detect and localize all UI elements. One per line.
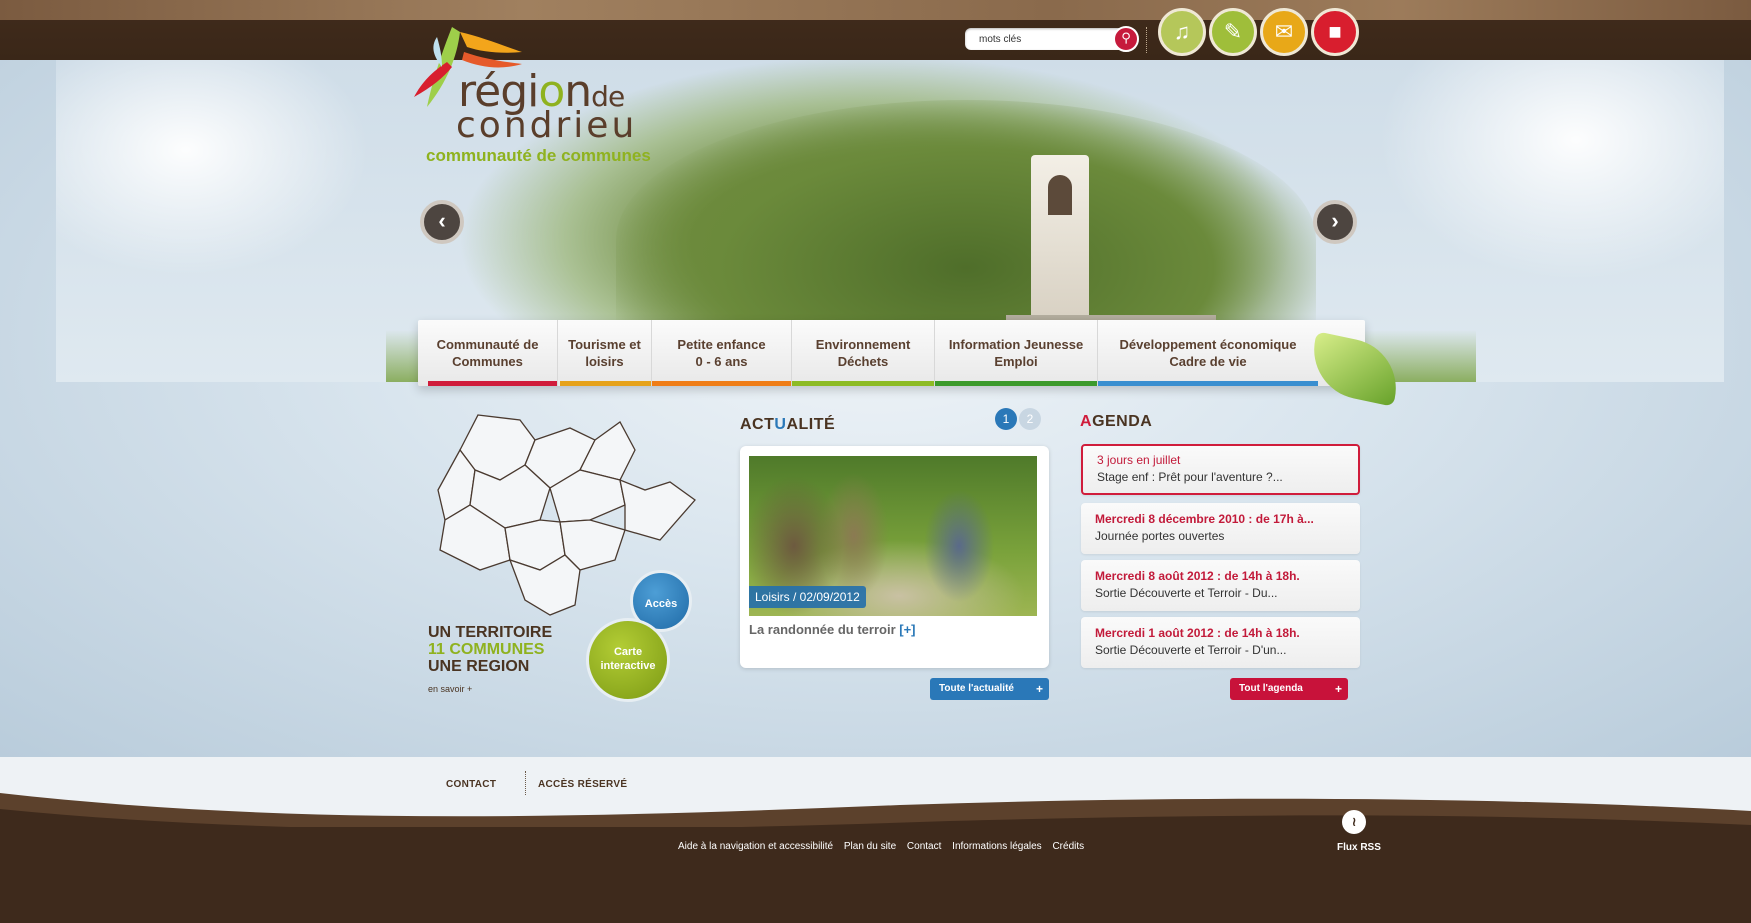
top-bar: [0, 0, 1751, 60]
rss-label[interactable]: Flux RSS: [1337, 842, 1381, 853]
map-commune-7[interactable]: [619, 478, 696, 541]
site-logo[interactable]: régionde condrieu communauté de communes: [410, 22, 670, 165]
book-icon[interactable]: ■: [1311, 8, 1359, 56]
news-page-2[interactable]: 2: [1019, 408, 1041, 430]
search-box: ⚲: [965, 26, 1139, 52]
footer-link-sitemap[interactable]: Plan du site: [844, 841, 896, 852]
territory-line-2: 11 COMMUNES: [428, 641, 545, 658]
nav-item-environnement[interactable]: Environnement Déchets: [792, 320, 935, 386]
news-page-1[interactable]: 1: [995, 408, 1017, 430]
footer-link-credits[interactable]: Crédits: [1052, 841, 1084, 852]
logo-line-communes: communauté de communes: [426, 146, 651, 165]
all-news-button[interactable]: Toute l'actualité +: [930, 678, 1049, 700]
piano-icon[interactable]: ♫: [1158, 8, 1206, 56]
footer-contact-link[interactable]: CONTACT: [446, 779, 496, 790]
footer-reserved-link[interactable]: ACCÈS RÉSERVÉ: [538, 779, 627, 790]
actualite-title: ACTUALITÉ: [740, 416, 836, 433]
footer-divider: [525, 771, 526, 795]
agenda-item[interactable]: Mercredi 8 août 2012 : de 14h à 18h. Sor…: [1081, 560, 1360, 611]
footer-link-accessibility[interactable]: Aide à la navigation et accessibilité: [678, 841, 833, 852]
mail-icon[interactable]: ✉: [1260, 8, 1308, 56]
search-icon: ⚲: [1121, 30, 1131, 45]
territory-block: UN TERRITOIRE 11 COMMUNES UNE REGION en …: [428, 624, 552, 698]
header-divider: [1146, 27, 1147, 53]
agenda-item[interactable]: Mercredi 1 août 2012 : de 14h à 18h. Sor…: [1081, 617, 1360, 668]
logo-line-condrieu: condrieu: [456, 105, 638, 146]
chevron-left-icon: ‹: [438, 208, 446, 233]
search-button[interactable]: ⚲: [1113, 26, 1139, 52]
territory-more-link[interactable]: en savoir +: [428, 681, 552, 698]
nav-item-petite-enfance[interactable]: Petite enfance 0 - 6 ans: [652, 320, 792, 386]
agenda-title: AGENDA: [1080, 413, 1153, 430]
top-strip: [0, 0, 1751, 20]
hero-chapel: [1031, 155, 1089, 315]
agenda-item[interactable]: Mercredi 8 décembre 2010 : de 17h à... J…: [1081, 503, 1360, 554]
all-agenda-button[interactable]: Tout l'agenda +: [1230, 678, 1348, 700]
news-card[interactable]: Loisirs / 02/09/2012 La randonnée du ter…: [740, 446, 1049, 668]
slider-prev-button[interactable]: ‹: [420, 200, 464, 244]
nav-bar-communaute: [428, 381, 557, 386]
nav-bar-jeunesse: [935, 381, 1097, 386]
chevron-right-icon: ›: [1331, 208, 1339, 233]
territory-line-3: UNE REGION: [428, 658, 530, 675]
territory-line-1: UN TERRITOIRE: [428, 624, 553, 641]
nav-item-communaute[interactable]: Communauté de Communes: [418, 320, 558, 386]
search-input[interactable]: [965, 28, 1095, 50]
carte-interactive-button[interactable]: Carte interactive: [586, 618, 670, 702]
nav-bar-developpement: [1098, 381, 1318, 386]
slider-next-button[interactable]: ›: [1313, 200, 1357, 244]
news-caption[interactable]: La randonnée du terroir [+]: [749, 622, 916, 637]
edit-icon[interactable]: ✎: [1209, 8, 1257, 56]
nav-bar-environnement: [792, 381, 934, 386]
nav-item-tourisme[interactable]: Tourisme et loisirs: [558, 320, 652, 386]
nav-item-developpement[interactable]: Développement économique Cadre de vie: [1098, 320, 1318, 386]
footer-links: Aide à la navigation et accessibilité Pl…: [678, 841, 1092, 852]
footer-link-legal[interactable]: Informations légales: [952, 841, 1042, 852]
agenda-item[interactable]: 3 jours en juillet Stage enf : Prêt pour…: [1081, 444, 1360, 495]
nav-bar-petite-enfance: [652, 381, 791, 386]
nav-bar-tourisme: [560, 381, 651, 386]
footer-link-contact[interactable]: Contact: [907, 841, 941, 852]
nav-item-jeunesse[interactable]: Information Jeunesse Emploi: [935, 320, 1098, 386]
main-nav: Communauté de Communes Tourisme et loisirs…: [418, 320, 1365, 386]
news-tag: Loisirs / 02/09/2012: [749, 586, 866, 608]
rss-icon[interactable]: ≀: [1342, 810, 1366, 834]
